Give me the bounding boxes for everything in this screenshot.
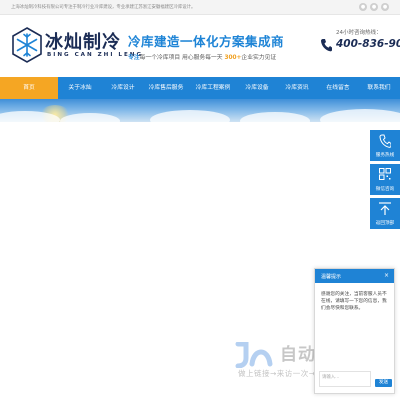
wechat-icon[interactable]: ● [359, 3, 367, 11]
top-notice-text: 上海冰灿制冷科技有限公司专注于制冷行业冷库建设，专业承建江苏浙江安徽福建区冷库设… [11, 5, 196, 10]
banner-cloud [60, 113, 120, 122]
nav-item-news[interactable]: 冷库资讯 [276, 77, 318, 99]
logo-chinese-name: 冰灿制冷 [45, 32, 121, 53]
chat-header: 温馨提示 × [315, 269, 394, 283]
nav-item-equipment[interactable]: 冷库设备 [238, 77, 276, 99]
hotline-label: 24小时咨询热线： [336, 30, 382, 36]
wechat-consult-button[interactable]: 微信咨询 [370, 164, 400, 195]
site-logo[interactable]: 冰灿制冷 BING CAN ZHI LENG [11, 25, 141, 67]
nav-item-contact[interactable]: 联系我们 [358, 77, 400, 99]
banner-cloud [150, 110, 230, 122]
hotline-number[interactable]: 400-836-9018 [336, 38, 400, 50]
chat-popup: 温馨提示 × 感谢您的关注，当前客服人员不在线，请填写一下您的信息，我们会尽快和… [314, 268, 395, 394]
watermark-logo-icon [235, 342, 273, 368]
sub-slogan-highlight: 专注 [128, 55, 140, 61]
top-info-bar: 上海冰灿制冷科技有限公司专注于制冷行业冷库建设，专业承建江苏浙江安徽福建区冷库设… [0, 0, 400, 15]
nav-item-design[interactable]: 冷库设计 [102, 77, 144, 99]
chat-title: 温馨提示 [321, 274, 342, 280]
banner-cloud [320, 109, 400, 122]
service-hotline-button[interactable]: 服务热线 [370, 130, 400, 161]
sub-slogan-text: 每一个冷库项目 用心服务每一天 [139, 55, 223, 61]
weibo-icon[interactable]: ● [370, 3, 378, 11]
side-label-wechat: 微信咨询 [375, 187, 395, 192]
social-links: ● ● ● [359, 3, 389, 11]
side-label-top: 返回顶部 [375, 221, 395, 226]
chat-send-button[interactable]: 发送 [375, 379, 392, 387]
sub-slogan-text-2: 企业实力见证 [241, 55, 277, 61]
nav-item-cases[interactable]: 冷库工程案例 [188, 77, 238, 99]
qq-icon[interactable]: ● [381, 3, 389, 11]
nav-item-after-sales[interactable]: 冷库售后服务 [144, 77, 188, 99]
side-label-hotline: 服务热线 [375, 153, 395, 158]
main-nav: 首页 关于冰灿 冷库设计 冷库售后服务 冷库工程案例 冷库设备 冷库资讯 在线留… [0, 77, 400, 99]
qrcode-icon [379, 168, 391, 180]
close-icon[interactable]: × [384, 272, 389, 279]
nav-item-home[interactable]: 首页 [0, 77, 58, 99]
phone-icon [379, 134, 391, 148]
chat-input[interactable]: 请输入... [319, 371, 371, 387]
sub-slogan-count: 300+ [224, 55, 242, 61]
chat-message: 感谢您的关注，当前客服人员不在线，请填写一下您的信息，我们会尽快和您联系。 [321, 292, 387, 311]
hero-banner [0, 99, 400, 122]
side-toolbar: 服务热线 微信咨询 返回顶部 [370, 130, 400, 232]
header-slogan: 冷库建造一体化方案集成商 [128, 34, 285, 49]
nav-item-message[interactable]: 在线留言 [318, 77, 358, 99]
banner-cloud [240, 112, 310, 122]
nav-item-about[interactable]: 关于冰灿 [58, 77, 102, 99]
arrow-up-icon [379, 202, 391, 215]
site-header: 冰灿制冷 BING CAN ZHI LENG 冷库建造一体化方案集成商 专注每一… [0, 15, 400, 77]
back-to-top-button[interactable]: 返回顶部 [370, 198, 400, 229]
header-sub-slogan: 专注每一个冷库项目 用心服务每一天 300+企业实力见证 [128, 52, 276, 61]
snowflake-logo-icon [12, 27, 42, 63]
phone-icon [320, 39, 332, 52]
